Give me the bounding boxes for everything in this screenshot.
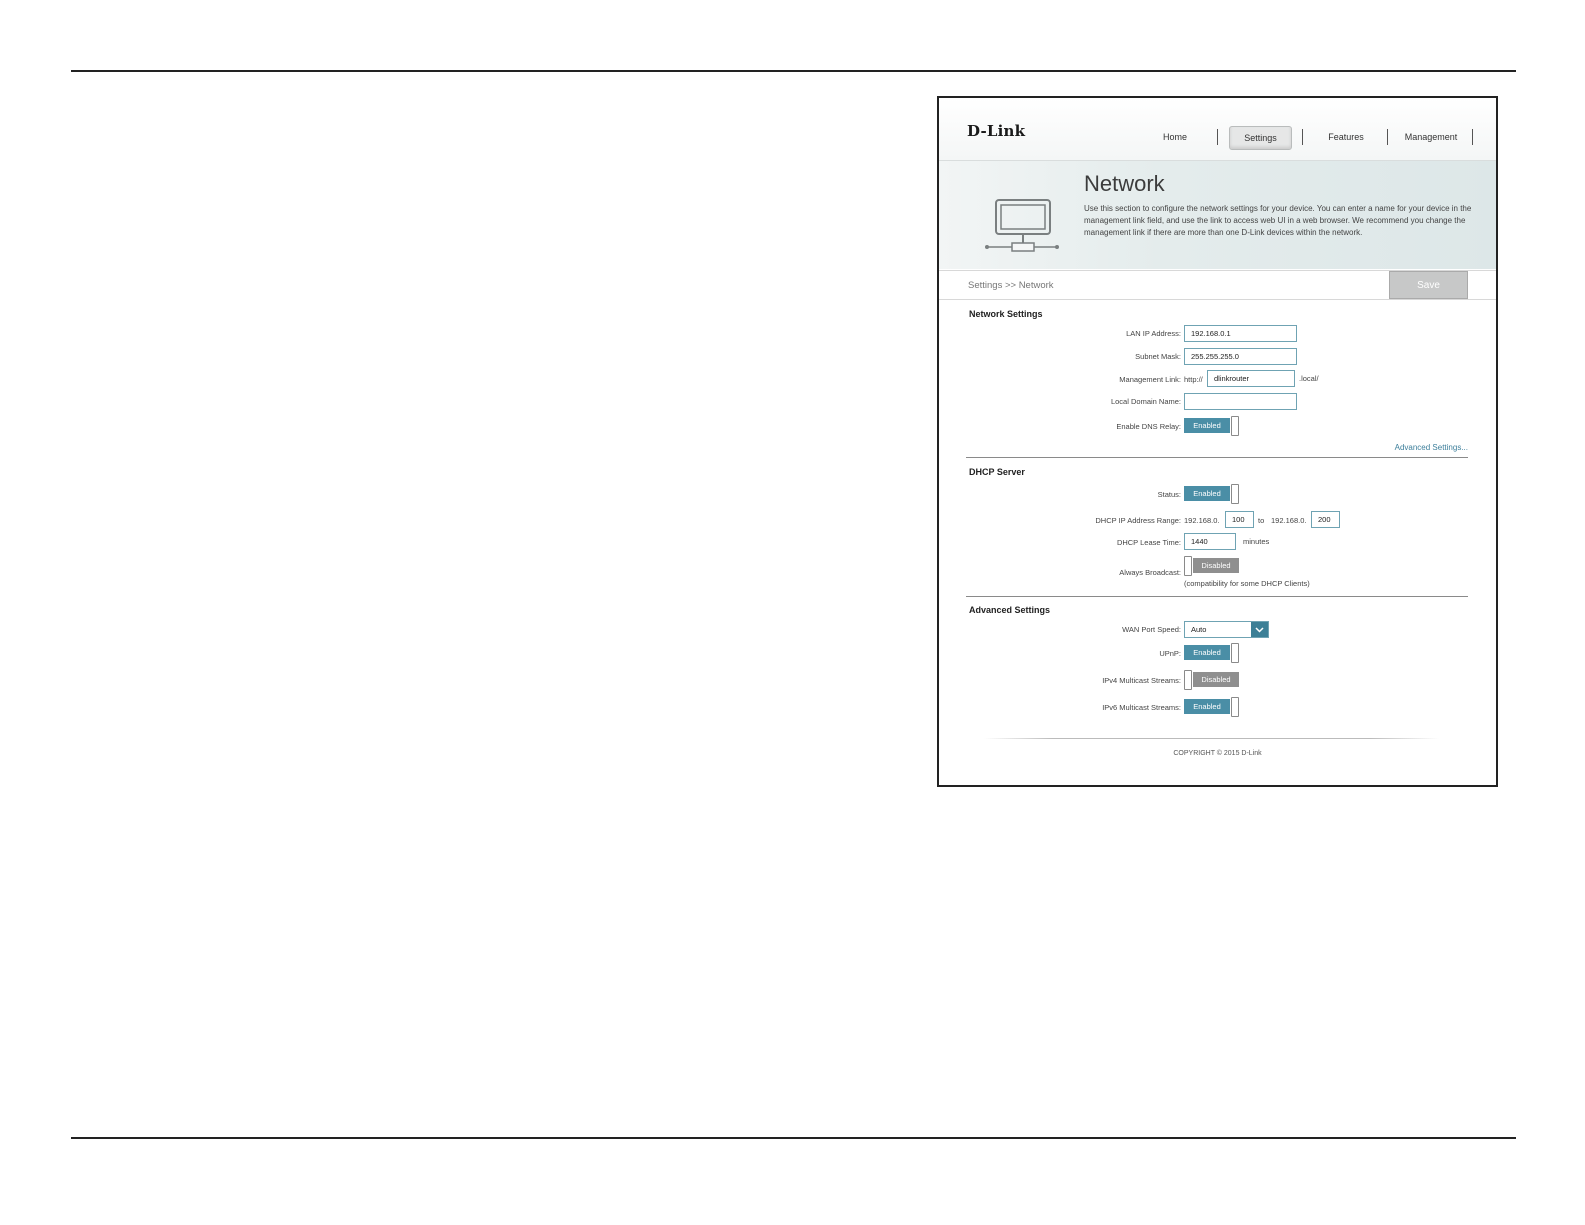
dns-relay-label: Enable DNS Relay: bbox=[1116, 422, 1181, 431]
subnet-mask-label: Subnet Mask: bbox=[1135, 352, 1181, 361]
ipv6-multicast-label: IPv6 Multicast Streams: bbox=[1102, 703, 1181, 712]
page-top-rule bbox=[71, 70, 1516, 72]
advanced-settings-heading: Advanced Settings bbox=[969, 605, 1051, 615]
lan-ip-label: LAN IP Address: bbox=[1126, 329, 1181, 338]
local-domain-field[interactable] bbox=[1184, 393, 1297, 410]
breadcrumb: Settings >> Network bbox=[968, 280, 1054, 291]
network-computer-icon bbox=[985, 199, 1059, 252]
dhcp-range-to: to bbox=[1258, 516, 1265, 525]
ipv4-multicast-toggle[interactable]: Disabled bbox=[1184, 670, 1240, 690]
wan-port-speed-select[interactable]: Auto bbox=[1184, 621, 1269, 638]
save-button[interactable]: Save bbox=[1389, 271, 1468, 299]
nav-separator bbox=[1302, 129, 1303, 145]
dhcp-range-prefix: 192.168.0. bbox=[1184, 516, 1220, 525]
upnp-toggle[interactable]: Enabled bbox=[1184, 643, 1240, 663]
nav-separator bbox=[1217, 129, 1218, 145]
always-broadcast-toggle[interactable]: Disabled bbox=[1184, 556, 1240, 576]
nav-settings[interactable]: Settings bbox=[1229, 126, 1292, 150]
nav-management[interactable]: Management bbox=[1401, 126, 1461, 148]
top-header: D-Link Home Settings Features Management bbox=[939, 98, 1496, 161]
page-title: Network bbox=[1084, 171, 1165, 196]
copyright-text: COPYRIGHT © 2015 D-Link bbox=[1173, 750, 1262, 757]
breadcrumb-bar: Settings >> Network Save bbox=[939, 270, 1496, 300]
dhcp-range-end-field[interactable]: 200 bbox=[1311, 511, 1340, 528]
dhcp-range-label: DHCP IP Address Range: bbox=[1095, 516, 1181, 525]
ipv4-multicast-state: Disabled bbox=[1193, 672, 1239, 687]
dhcp-status-state: Enabled bbox=[1184, 486, 1230, 501]
ipv6-multicast-toggle[interactable]: Enabled bbox=[1184, 697, 1240, 717]
dhcp-lease-unit: minutes bbox=[1243, 537, 1270, 546]
dhcp-lease-label: DHCP Lease Time: bbox=[1116, 538, 1181, 547]
management-link-prefix: http:// bbox=[1184, 375, 1203, 384]
ipv4-multicast-label: IPv4 Multicast Streams: bbox=[1102, 676, 1181, 685]
page-banner: Network Use this section to configure th… bbox=[939, 161, 1496, 269]
toggle-knob[interactable] bbox=[1231, 416, 1239, 436]
wan-port-speed-label: WAN Port Speed: bbox=[1122, 625, 1181, 634]
section-divider bbox=[966, 596, 1468, 597]
always-broadcast-label: Always Broadcast: bbox=[1119, 568, 1181, 577]
management-link-field[interactable]: dlinkrouter bbox=[1207, 370, 1295, 387]
management-link-label: Management Link: bbox=[1119, 375, 1181, 384]
dlink-logo: D-Link bbox=[967, 122, 1026, 140]
lan-ip-field[interactable]: 192.168.0.1 bbox=[1184, 325, 1297, 342]
footer-divider bbox=[984, 738, 1439, 739]
dns-relay-state: Enabled bbox=[1184, 418, 1230, 433]
network-settings-heading: Network Settings bbox=[969, 309, 1043, 319]
screenshot-frame: D-Link Home Settings Features Management… bbox=[937, 96, 1498, 787]
upnp-label: UPnP: bbox=[1159, 649, 1181, 658]
toggle-knob[interactable] bbox=[1231, 643, 1239, 663]
advanced-settings-link[interactable]: Advanced Settings... bbox=[1395, 443, 1468, 452]
toggle-knob[interactable] bbox=[1231, 697, 1239, 717]
page-description: Use this section to configure the networ… bbox=[1084, 204, 1472, 237]
always-broadcast-note: (compatibility for some DHCP Clients) bbox=[1184, 579, 1310, 588]
upnp-state: Enabled bbox=[1184, 645, 1230, 660]
dns-relay-toggle[interactable]: Enabled bbox=[1184, 416, 1240, 436]
nav-separator bbox=[1472, 129, 1473, 145]
dhcp-status-toggle[interactable]: Enabled bbox=[1184, 484, 1240, 504]
page-bottom-rule bbox=[71, 1137, 1516, 1139]
dhcp-lease-field[interactable]: 1440 bbox=[1184, 533, 1236, 550]
toggle-knob[interactable] bbox=[1231, 484, 1239, 504]
dhcp-range-prefix-2: 192.168.0. bbox=[1271, 516, 1307, 525]
chevron-down-icon[interactable] bbox=[1251, 622, 1268, 637]
local-domain-label: Local Domain Name: bbox=[1110, 397, 1181, 406]
subnet-mask-field[interactable]: 255.255.255.0 bbox=[1184, 348, 1297, 365]
always-broadcast-state: Disabled bbox=[1193, 558, 1239, 573]
nav-home[interactable]: Home bbox=[1151, 126, 1199, 148]
nav-features[interactable]: Features bbox=[1319, 126, 1373, 148]
toggle-knob[interactable] bbox=[1184, 670, 1192, 690]
wan-port-speed-value: Auto bbox=[1191, 625, 1207, 634]
toggle-knob[interactable] bbox=[1184, 556, 1192, 576]
dhcp-status-label: Status: bbox=[1157, 490, 1181, 499]
dhcp-server-heading: DHCP Server bbox=[969, 467, 1025, 477]
dhcp-range-start-field[interactable]: 100 bbox=[1225, 511, 1254, 528]
ipv6-multicast-state: Enabled bbox=[1184, 699, 1230, 714]
section-divider bbox=[966, 457, 1468, 458]
management-link-suffix: .local/ bbox=[1299, 374, 1319, 383]
nav-separator bbox=[1387, 129, 1388, 145]
